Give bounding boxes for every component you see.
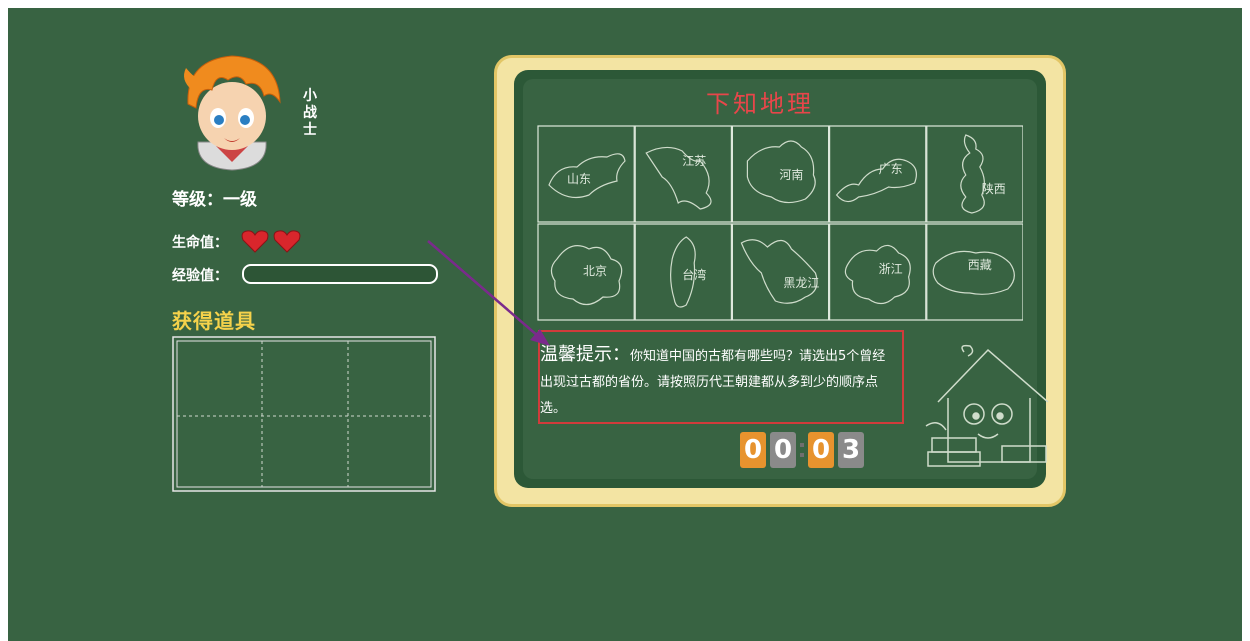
province-label: 浙江 [879, 262, 903, 276]
province-card[interactable]: 黑龙江 [731, 223, 830, 321]
province-card[interactable]: 江苏 [634, 125, 732, 223]
province-label: 江苏 [682, 154, 706, 168]
house-mascot-icon [925, 344, 1049, 467]
timer-colon [800, 440, 804, 460]
province-map-grid: 山东 江苏河南 广东陕西北京 台湾黑龙江 浙江 西藏 [537, 125, 1023, 321]
province-label: 河南 [779, 167, 803, 182]
province-label: 北京 [583, 264, 607, 278]
player-avatar [184, 55, 281, 171]
xp-label: 经验值： [172, 268, 228, 284]
province-card[interactable]: 西藏 [926, 223, 1023, 321]
items-inventory [172, 336, 436, 492]
player-level: 等级：一级 [172, 190, 257, 210]
province-label: 黑龙江 [783, 276, 819, 290]
province-card[interactable]: 山东 [537, 125, 635, 223]
hint-box: 温馨提示：你知道中国的古都有哪些吗？请选出5个曾经出现过古都的省份。请按照历代王… [538, 330, 904, 424]
hint-title: 温馨提示： [540, 344, 630, 365]
timer-digit: 0 [740, 432, 766, 468]
player-name: 小战士 [303, 88, 317, 138]
province-card[interactable]: 浙江 [829, 223, 927, 321]
province-card-frame [634, 125, 732, 223]
province-card[interactable]: 北京 [537, 223, 635, 321]
province-label: 广东 [879, 162, 903, 176]
timer-digit: 0 [770, 432, 796, 468]
province-label: 台湾 [682, 267, 706, 282]
countdown-timer: 0 0 0 3 [740, 432, 868, 468]
xp-progress-bar [242, 264, 438, 284]
province-card[interactable]: 陕西 [926, 125, 1023, 223]
heart-icon [241, 230, 269, 253]
timer-digit: 3 [838, 432, 864, 468]
timer-digit: 0 [808, 432, 834, 468]
hp-label: 生命值： [172, 235, 228, 251]
province-card[interactable]: 广东 [829, 125, 927, 223]
province-card[interactable]: 河南 [731, 125, 830, 223]
heart-icon [273, 230, 301, 253]
items-title: 获得道具 [172, 309, 256, 333]
province-label: 西藏 [968, 258, 992, 272]
board-title: 下知地理 [706, 90, 814, 118]
province-label: 山东 [567, 172, 591, 186]
province-card[interactable]: 台湾 [634, 223, 732, 321]
province-card-frame [926, 223, 1023, 321]
hp-hearts [241, 230, 301, 253]
province-label: 陕西 [982, 181, 1006, 196]
